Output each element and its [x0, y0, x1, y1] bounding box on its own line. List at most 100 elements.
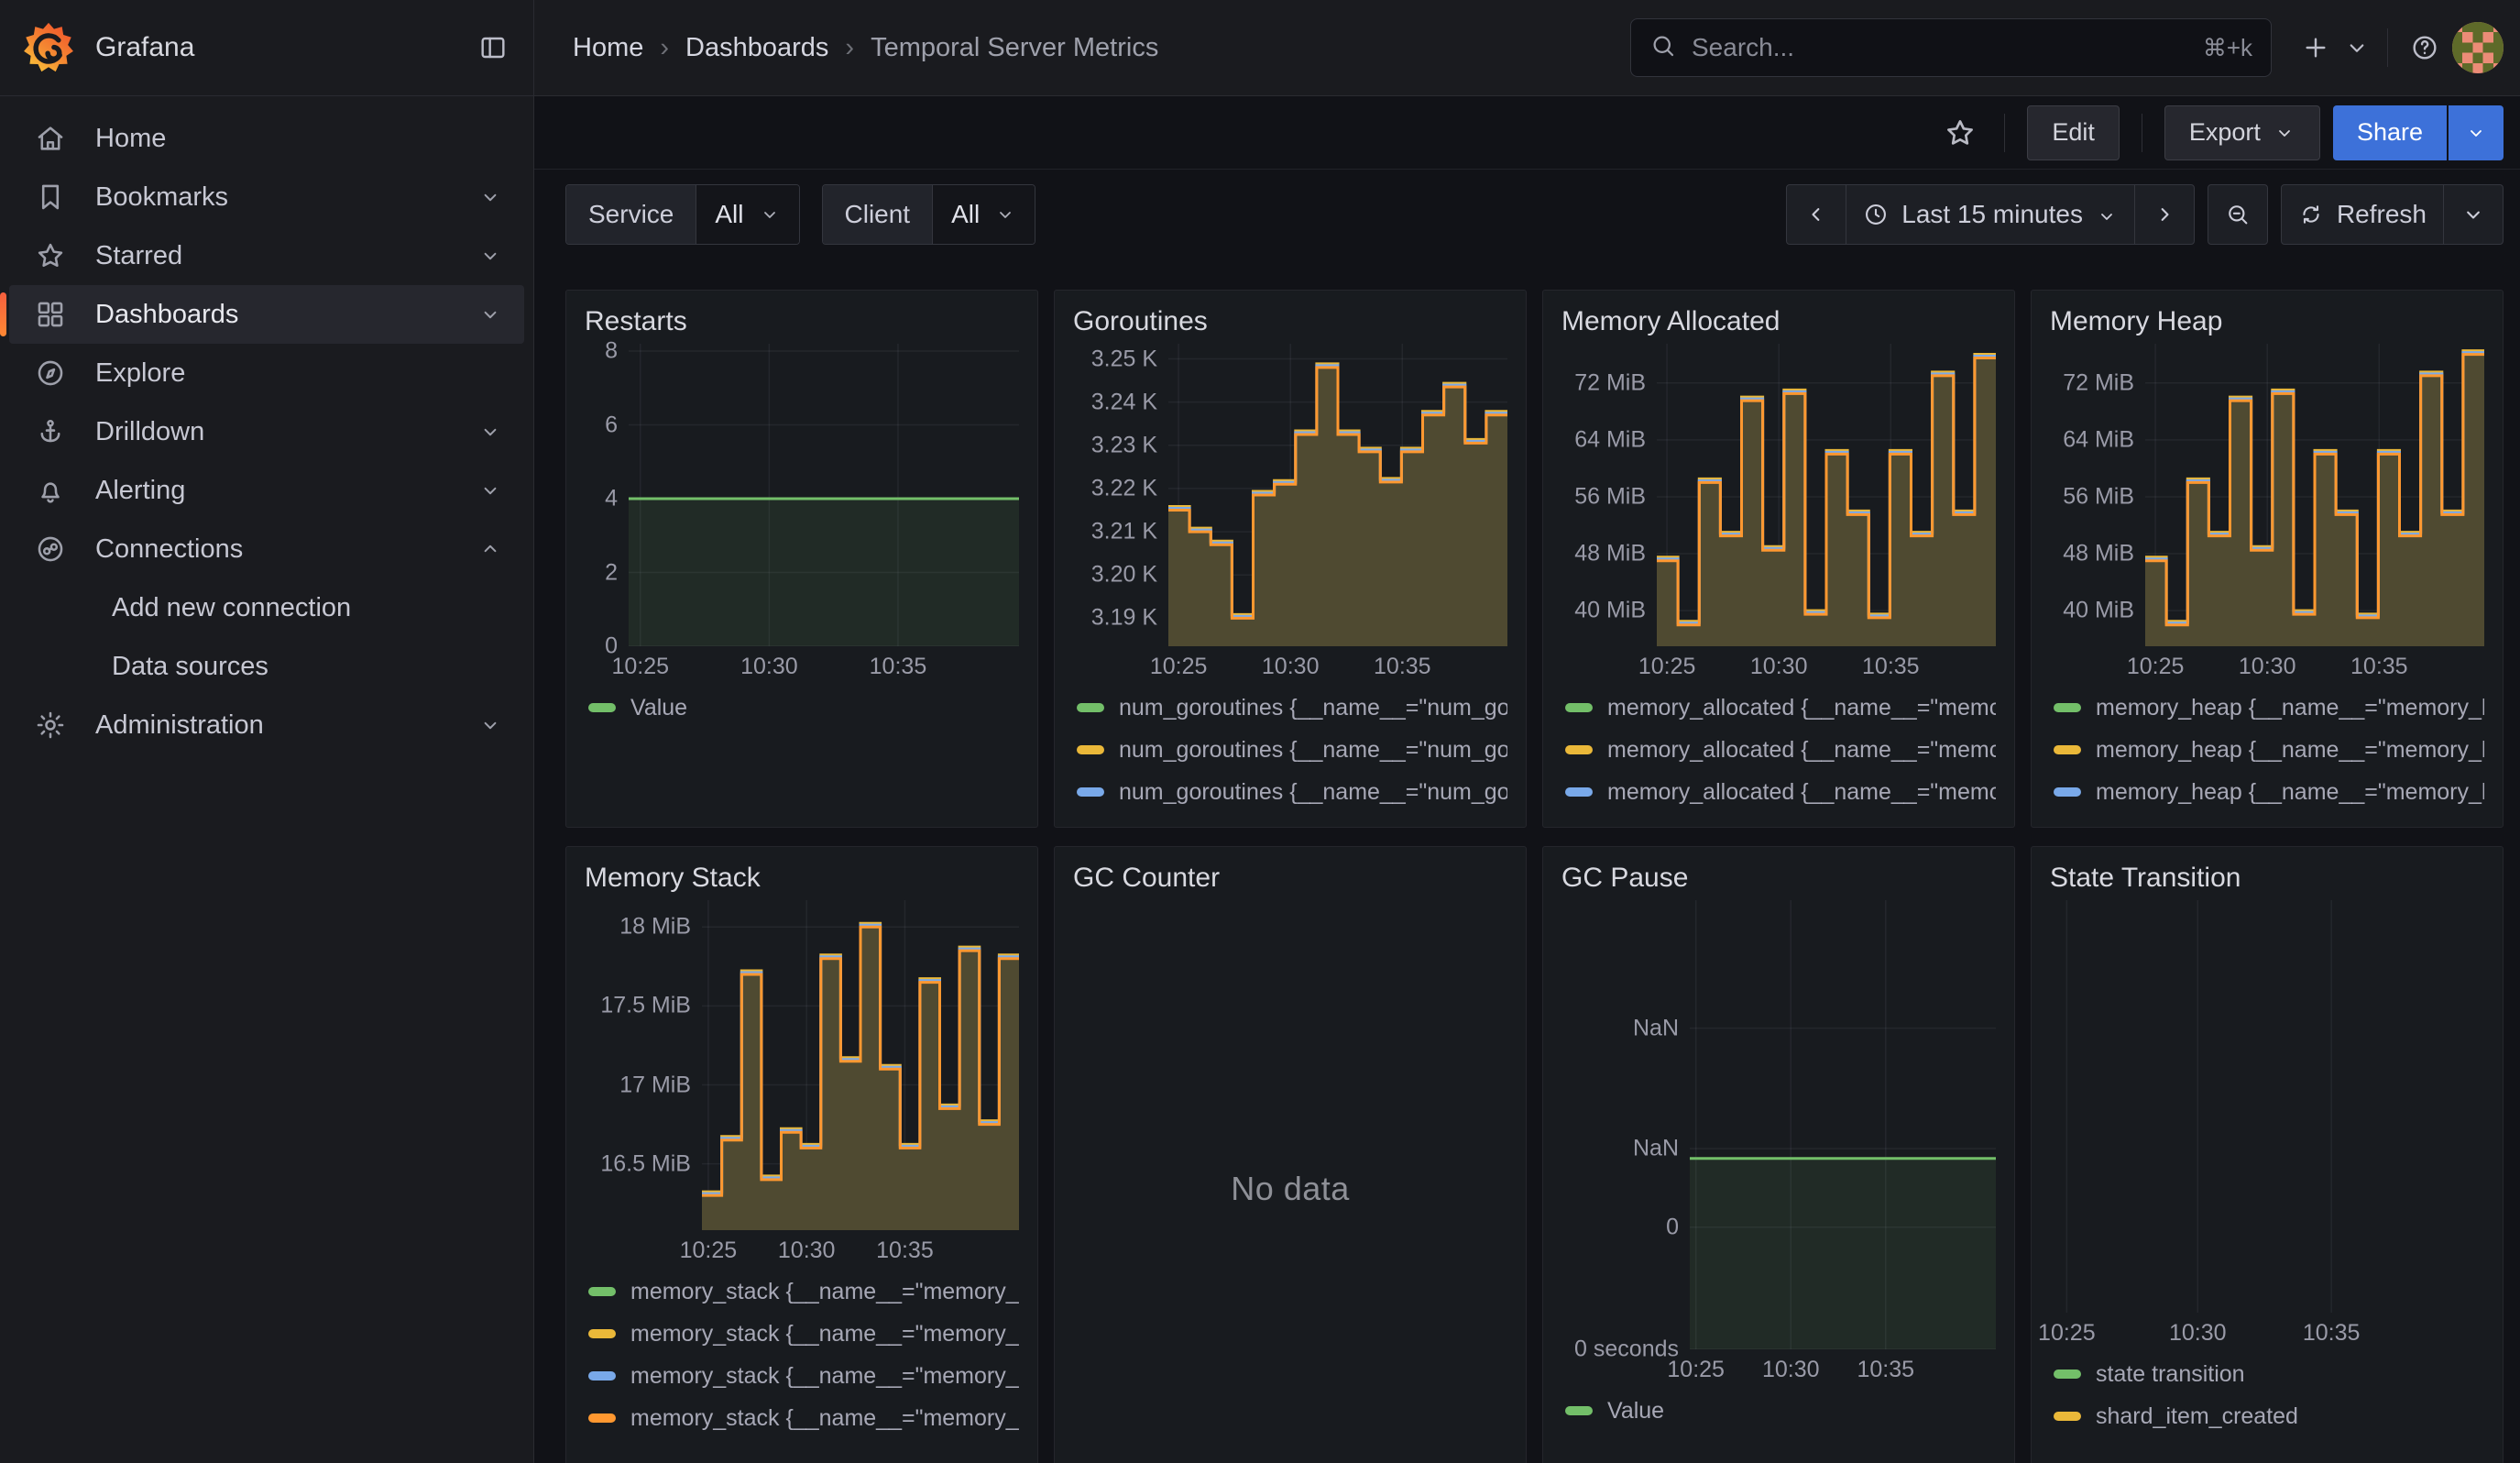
legend-item[interactable]: memory_stack {__name__="memory_s: [585, 1397, 1019, 1439]
y-tick-label: 48 MiB: [2063, 541, 2134, 567]
sidebar-item-bookmarks[interactable]: Bookmarks: [9, 168, 524, 226]
panel-title[interactable]: Goroutines: [1073, 303, 1507, 344]
time-back-button[interactable]: [1786, 184, 1846, 245]
export-button[interactable]: Export: [2164, 105, 2320, 160]
chevron-down-icon[interactable]: [478, 713, 502, 737]
share-button[interactable]: Share: [2333, 105, 2447, 160]
legend-item[interactable]: memory_allocated {__name__="memc: [1561, 813, 1996, 824]
dock-menu-toggle[interactable]: [473, 28, 513, 68]
add-chevron-icon[interactable]: [2343, 28, 2371, 68]
legend-item[interactable]: memory_allocated {__name__="memc: [1561, 771, 1996, 813]
chevron-down-icon[interactable]: [478, 185, 502, 209]
legend-item[interactable]: memory_stack {__name__="memory_s: [585, 1313, 1019, 1355]
legend-item[interactable]: state transition: [2050, 1353, 2484, 1395]
service-filter[interactable]: Service All: [565, 184, 800, 245]
refresh-interval-chevron[interactable]: [2443, 184, 2504, 245]
x-tick-label: 10:25: [2038, 1320, 2096, 1347]
legend-series-label: num_goroutines {__name__="num_go: [1119, 737, 1507, 764]
chevron-down-icon[interactable]: [478, 420, 502, 444]
legend-item[interactable]: memory_stack {__name__="memory_s: [585, 1270, 1019, 1313]
panel-title[interactable]: Memory Allocated: [1561, 303, 1996, 344]
plot-region[interactable]: [1657, 344, 1996, 646]
chevron-up-icon[interactable]: [478, 537, 502, 561]
legend-series-label: num_goroutines {__name__="num_go: [1119, 821, 1507, 825]
sidebar-item-connections[interactable]: Connections: [9, 520, 524, 578]
legend-item[interactable]: num_goroutines {__name__="num_go: [1073, 813, 1507, 824]
sidebar-item-alerting[interactable]: Alerting: [9, 461, 524, 520]
avatar[interactable]: [2452, 22, 2504, 73]
sidebar-item-drilldown[interactable]: Drilldown: [9, 402, 524, 461]
edit-button[interactable]: Edit: [2027, 105, 2120, 160]
time-forward-button[interactable]: [2134, 184, 2195, 245]
legend-item[interactable]: memory_heap {__name__="memory_h: [2050, 813, 2484, 824]
legend-series-marker: [2054, 745, 2081, 754]
legend-series-marker: [1077, 745, 1104, 754]
panel-title[interactable]: Memory Stack: [585, 860, 1019, 900]
plot-region[interactable]: [702, 900, 1019, 1230]
panel-title[interactable]: GC Pause: [1561, 860, 1996, 900]
breadcrumb-item[interactable]: Dashboards: [685, 33, 828, 63]
y-tick-label: 3.22 K: [1091, 475, 1157, 501]
sidebar-item-add-new-connection[interactable]: Add new connection: [9, 578, 524, 637]
legend-item[interactable]: Value: [585, 687, 1019, 729]
chevron-down-icon[interactable]: [478, 302, 502, 326]
breadcrumb-item: Temporal Server Metrics: [871, 33, 1158, 63]
sidebar-item-dashboards[interactable]: Dashboards: [9, 285, 524, 344]
help-icon[interactable]: [2405, 28, 2445, 68]
chevron-down-icon[interactable]: [478, 478, 502, 502]
y-tick-label: 72 MiB: [1574, 369, 1646, 396]
time-range-label: Last 15 minutes: [1901, 200, 2083, 229]
legend-item[interactable]: num_goroutines {__name__="num_go: [1073, 687, 1507, 729]
star-dashboard-button[interactable]: [1938, 111, 1982, 155]
share-chevron-button[interactable]: [2449, 105, 2504, 160]
panel-title[interactable]: Memory Heap: [2050, 303, 2484, 344]
search-box[interactable]: ⌘+k: [1630, 18, 2272, 77]
plot-region[interactable]: [2031, 900, 2484, 1313]
sidebar-item-home[interactable]: Home: [9, 109, 524, 168]
search-input[interactable]: [1692, 33, 2203, 62]
panel-restarts: Restarts8642010:2510:3010:35Value: [565, 290, 1038, 828]
zoom-out-button[interactable]: [2208, 184, 2268, 245]
refresh-button[interactable]: Refresh: [2281, 184, 2444, 245]
grafana-logo-icon[interactable]: [22, 21, 75, 74]
sidebar-item-starred[interactable]: Starred: [9, 226, 524, 285]
sidebar-item-administration[interactable]: Administration: [9, 696, 524, 754]
y-tick-label: 8: [605, 338, 618, 365]
client-filter-value[interactable]: All: [932, 185, 1035, 244]
legend-item[interactable]: num_goroutines {__name__="num_go: [1073, 771, 1507, 813]
search-icon: [1649, 32, 1677, 64]
plot-region[interactable]: [2145, 344, 2484, 646]
y-tick-label: 17 MiB: [619, 1072, 691, 1098]
service-filter-value[interactable]: All: [696, 185, 798, 244]
y-axis: NaNNaN00 seconds: [1561, 900, 1690, 1349]
sidebar: HomeBookmarksStarredDashboardsExploreDri…: [0, 96, 534, 1463]
legend-item[interactable]: num_goroutines {__name__="num_go: [1073, 729, 1507, 771]
panel-title[interactable]: Restarts: [585, 303, 1019, 344]
panel-title[interactable]: GC Counter: [1073, 860, 1507, 900]
legend-item[interactable]: memory_heap {__name__="memory_h: [2050, 729, 2484, 771]
plot-region[interactable]: [1168, 344, 1507, 646]
legend-item[interactable]: Value: [1561, 1390, 1996, 1432]
nav-separator: [2387, 28, 2388, 67]
legend-item[interactable]: memory_allocated {__name__="memc: [1561, 729, 1996, 771]
plot-region[interactable]: [629, 344, 1019, 646]
sidebar-item-data-sources[interactable]: Data sources: [9, 637, 524, 696]
controls-row: Service All Client All: [534, 170, 2520, 245]
legend-item[interactable]: memory_heap {__name__="memory_h: [2050, 687, 2484, 729]
client-filter[interactable]: Client All: [822, 184, 1036, 245]
legend-item[interactable]: memory_heap {__name__="memory_h: [2050, 771, 2484, 813]
plot-region[interactable]: [1690, 900, 1996, 1349]
x-axis: 10:2510:3010:35: [2031, 1313, 2484, 1344]
sidebar-item-label: Data sources: [112, 652, 502, 682]
time-range-picker[interactable]: Last 15 minutes: [1846, 184, 2135, 245]
add-button[interactable]: [2295, 28, 2336, 68]
x-tick-label: 10:30: [740, 654, 798, 680]
legend-item[interactable]: memory_allocated {__name__="memc: [1561, 687, 1996, 729]
legend-item[interactable]: memory_stack {__name__="memory_s: [585, 1355, 1019, 1397]
chevron-down-icon[interactable]: [478, 244, 502, 268]
sidebar-item-explore[interactable]: Explore: [9, 344, 524, 402]
toolbar-separator: [2004, 114, 2005, 152]
legend-item[interactable]: shard_item_created: [2050, 1395, 2484, 1437]
breadcrumb-item[interactable]: Home: [573, 33, 643, 63]
panel-title[interactable]: State Transition: [2050, 860, 2484, 900]
